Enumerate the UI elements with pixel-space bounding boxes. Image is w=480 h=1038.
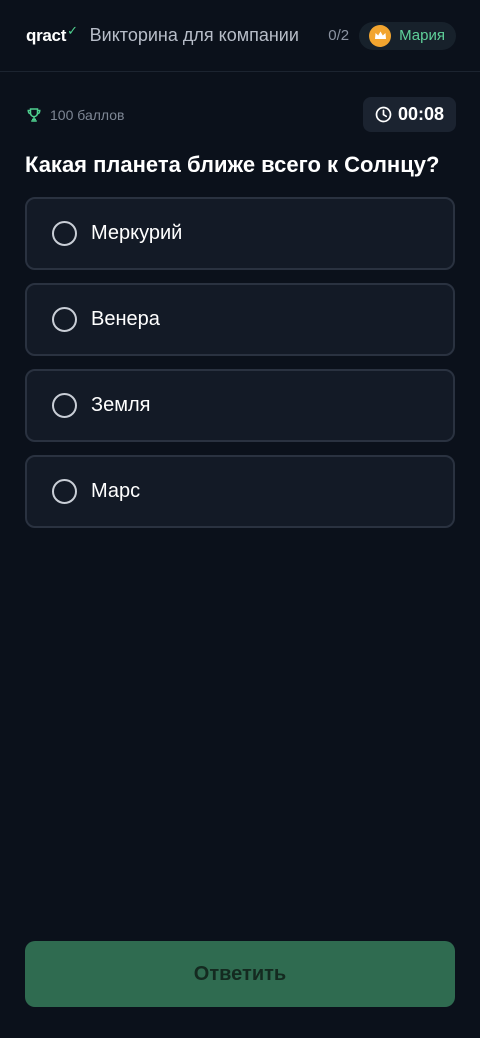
user-name: Мария xyxy=(399,27,445,44)
answer-option[interactable]: Меркурий xyxy=(25,197,455,270)
logo-text: qract xyxy=(26,25,67,45)
answer-option[interactable]: Земля xyxy=(25,369,455,442)
logo-check-icon: ✓ xyxy=(67,22,78,38)
radio-button[interactable] xyxy=(52,221,77,246)
trophy-icon xyxy=(27,107,41,122)
submit-answer-button[interactable]: Ответить xyxy=(25,941,455,1007)
radio-button[interactable] xyxy=(52,479,77,504)
answer-options: Меркурий Венера Земля Марс xyxy=(25,197,455,541)
crown-icon xyxy=(369,24,392,47)
question-text: Какая планета ближе всего к Солнцу? xyxy=(25,152,440,177)
header: qract ✓ Викторина для компании 0/2 Мария xyxy=(0,0,480,72)
question-progress: 0/2 xyxy=(328,27,350,44)
radio-button[interactable] xyxy=(52,307,77,332)
points-label: 100 баллов xyxy=(50,106,125,123)
answer-option[interactable]: Венера xyxy=(25,283,455,356)
radio-button[interactable] xyxy=(52,393,77,418)
answer-option-label: Меркурий xyxy=(91,222,183,244)
answer-option-label: Венера xyxy=(91,308,160,330)
timer: 00:08 xyxy=(362,97,456,132)
timer-value: 00:08 xyxy=(397,104,444,124)
question-meta: 100 баллов 00:08 xyxy=(26,97,456,132)
clock-icon xyxy=(375,106,392,123)
answer-option-label: Марс xyxy=(91,480,141,502)
quiz-screen: qract ✓ Викторина для компании 0/2 Мария … xyxy=(0,0,480,1038)
user-chip[interactable]: Мария xyxy=(359,21,456,50)
quiz-title: Викторина для компании xyxy=(89,25,299,45)
app-logo[interactable]: qract ✓ xyxy=(26,22,78,46)
answer-option[interactable]: Марс xyxy=(25,455,455,528)
answer-option-label: Земля xyxy=(91,394,151,416)
